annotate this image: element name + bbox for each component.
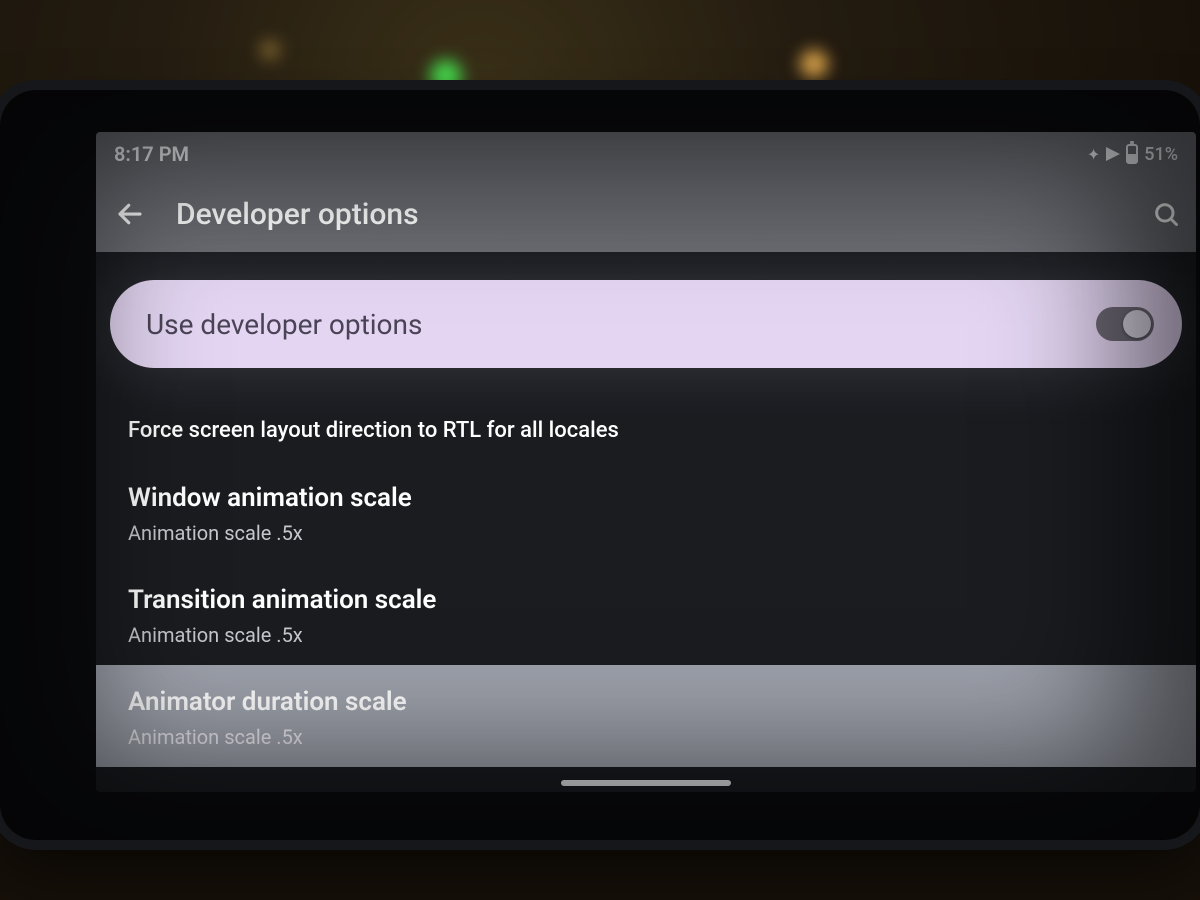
content: Use developer options Force screen layou… [96, 252, 1196, 767]
status-bar: 8:17 PM ✦ 51% [96, 132, 1196, 176]
setting-force-rtl[interactable]: Force screen layout direction to RTL for… [128, 396, 1164, 461]
status-time: 8:17 PM [114, 142, 189, 166]
battery-icon [1126, 144, 1138, 164]
battery-percent: 51% [1144, 144, 1178, 165]
use-developer-options-toggle[interactable] [1096, 307, 1154, 341]
setting-window-anim[interactable]: Window animation scale Animation scale .5… [128, 461, 1164, 563]
status-right: ✦ 51% [1087, 144, 1178, 165]
use-developer-options-label: Use developer options [146, 308, 1096, 341]
setting-transition-anim[interactable]: Transition animation scale Animation scal… [128, 563, 1164, 665]
use-developer-options-row[interactable]: Use developer options [110, 280, 1182, 368]
nfc-icon: ✦ [1087, 145, 1100, 164]
setting-secondary: Animation scale .5x [128, 623, 1164, 647]
search-icon [1152, 200, 1180, 228]
page-title: Developer options [176, 197, 419, 232]
setting-primary: Window animation scale [128, 483, 1164, 513]
screen: 8:17 PM ✦ 51% Developer options [96, 132, 1196, 792]
app-bar: Developer options [96, 176, 1196, 252]
arrow-left-icon [115, 199, 145, 229]
device-frame: 8:17 PM ✦ 51% Developer options [0, 90, 1200, 840]
gesture-nav-handle[interactable] [561, 780, 731, 786]
setting-primary: Transition animation scale [128, 585, 1164, 615]
back-button[interactable] [108, 192, 152, 236]
settings-list: Force screen layout direction to RTL for… [104, 396, 1188, 767]
wifi-icon [1106, 147, 1120, 161]
setting-secondary: Animation scale .5x [128, 521, 1164, 545]
setting-primary: Animator duration scale [128, 687, 1164, 717]
setting-primary: Force screen layout direction to RTL for… [128, 418, 1164, 443]
setting-secondary: Animation scale .5x [128, 725, 1164, 749]
toggle-knob [1123, 310, 1151, 338]
setting-animator-duration[interactable]: Animator duration scale Animation scale .… [96, 665, 1196, 767]
search-button[interactable] [1144, 192, 1188, 236]
